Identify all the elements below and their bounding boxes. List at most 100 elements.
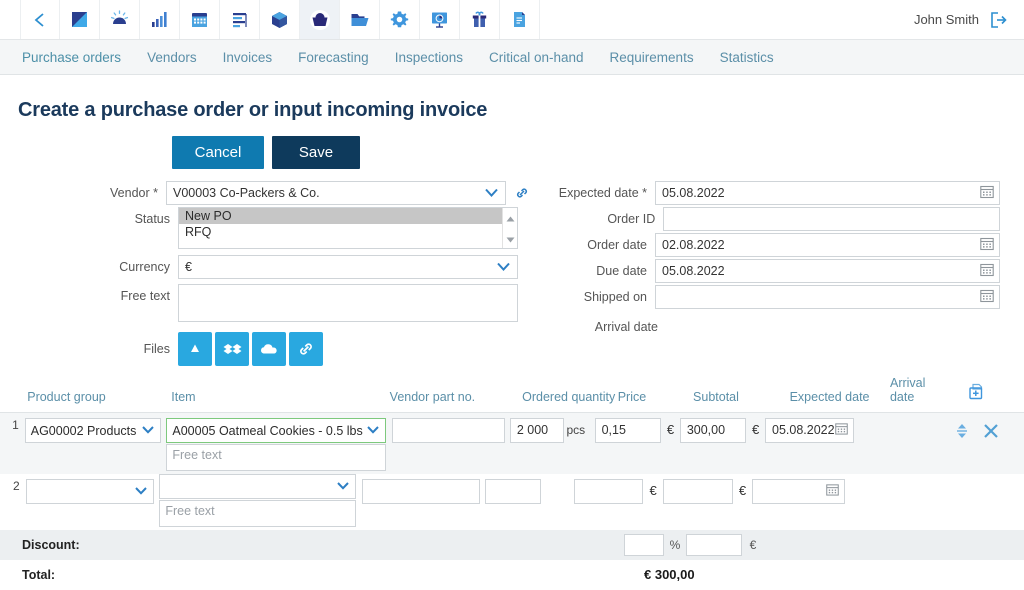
page-title: Create a purchase order or input incomin…	[18, 99, 488, 121]
gift-icon[interactable]	[460, 0, 500, 39]
status-options: New PO RFQ	[179, 208, 502, 248]
quantity-cell	[505, 413, 564, 443]
nav-item-purchase-orders[interactable]: Purchase orders	[22, 50, 121, 65]
order-date-label: Order date	[587, 238, 647, 252]
dropbox-icon[interactable]	[215, 332, 249, 366]
row-expected-date-input[interactable]	[765, 417, 854, 443]
subtotal-input[interactable]	[679, 417, 747, 443]
item-cell: A00005 Oatmeal Cookies - 0.5 lbs	[161, 413, 387, 474]
scroll-down-icon[interactable]	[506, 231, 515, 246]
quantity-input[interactable]	[509, 417, 564, 443]
subtotal-input[interactable]	[663, 478, 733, 504]
row-expected-date-field[interactable]	[765, 417, 854, 443]
dashboard-icon[interactable]	[60, 0, 100, 39]
status-option-rfq[interactable]: RFQ	[179, 224, 502, 240]
status-option-new-po[interactable]: New PO	[179, 208, 502, 224]
nav-item-inspections[interactable]: Inspections	[395, 50, 463, 65]
order-date-input[interactable]	[655, 233, 1000, 257]
discount-amount-input[interactable]	[686, 533, 742, 556]
vendor-label: Vendor *	[110, 186, 158, 200]
row-expected-date-input[interactable]	[752, 478, 846, 504]
item-value: A00005 Oatmeal Cookies - 0.5 lbs	[172, 423, 363, 438]
onedrive-icon[interactable]	[252, 332, 286, 366]
currency-select-value[interactable]: €	[178, 255, 518, 279]
price-input[interactable]	[594, 417, 662, 443]
nav-item-vendors[interactable]: Vendors	[147, 50, 197, 65]
vendor-part-no-input[interactable]	[361, 478, 480, 504]
back-chevron-icon[interactable]	[20, 0, 60, 39]
link-icon[interactable]	[514, 185, 530, 201]
header-item: Item	[171, 390, 196, 405]
product-group-select[interactable]: AG00002 Products	[24, 417, 162, 443]
status-row: Status New PO RFQ	[14, 207, 530, 249]
subtotal-cell	[679, 413, 747, 443]
form-action-buttons: Cancel Save	[0, 136, 1024, 169]
currency-select[interactable]: €	[178, 255, 518, 279]
free-text-input[interactable]	[178, 284, 518, 322]
free-text-row: Free text	[14, 284, 530, 322]
nav-item-critical-on-hand[interactable]: Critical on-hand	[489, 50, 584, 65]
expected-date-row: Expected date *	[548, 181, 1000, 205]
shipped-on-field[interactable]	[655, 285, 1000, 309]
chevron-down-icon	[134, 480, 148, 503]
bar-chart-icon[interactable]	[140, 0, 180, 39]
order-id-label: Order ID	[607, 212, 656, 226]
product-group-cell: AG00002 Products	[19, 413, 162, 443]
user-name: John Smith	[913, 12, 979, 27]
gear-icon[interactable]	[380, 0, 420, 39]
presentation-icon[interactable]	[420, 0, 460, 39]
save-button[interactable]: Save	[272, 136, 360, 169]
scroll-up-icon[interactable]	[506, 210, 515, 225]
expected-date-input[interactable]	[655, 181, 1000, 205]
order-id-input[interactable]	[663, 207, 1000, 231]
price-input[interactable]	[573, 478, 644, 504]
order-date-field[interactable]	[655, 233, 1000, 257]
top-icon-bar: John Smith	[0, 0, 1024, 40]
logout-icon[interactable]	[989, 11, 1008, 29]
vendor-select[interactable]: V00003 Co-Packers & Co.	[166, 181, 506, 205]
vendor-select-value[interactable]: V00003 Co-Packers & Co.	[166, 181, 506, 205]
cancel-button[interactable]: Cancel	[172, 136, 264, 169]
row-expected-date-cell	[752, 474, 846, 504]
row-number: 2	[12, 478, 20, 493]
google-drive-icon[interactable]	[178, 332, 212, 366]
status-scrollbar[interactable]	[502, 208, 517, 248]
quantity-input[interactable]	[484, 478, 542, 504]
basket-icon[interactable]	[300, 0, 340, 39]
row-expected-date-field[interactable]	[752, 478, 846, 504]
item-select[interactable]: A00005 Oatmeal Cookies - 0.5 lbs	[166, 417, 387, 443]
nav-item-invoices[interactable]: Invoices	[223, 50, 273, 65]
folder-icon[interactable]	[340, 0, 380, 39]
reorder-icon[interactable]	[956, 422, 968, 440]
list-icon[interactable]	[220, 0, 260, 39]
link-icon[interactable]	[289, 332, 323, 366]
due-date-input[interactable]	[655, 259, 1000, 283]
add-row-icon[interactable]	[946, 383, 1024, 406]
price-cell	[594, 413, 662, 443]
calendar-icon[interactable]	[180, 0, 220, 39]
expected-date-field[interactable]	[655, 181, 1000, 205]
status-listbox[interactable]: New PO RFQ	[178, 207, 518, 249]
product-group-select[interactable]	[25, 478, 155, 504]
product-group-cell	[20, 474, 155, 504]
nav-item-forecasting[interactable]: Forecasting	[298, 50, 369, 65]
due-date-row: Due date	[548, 259, 1000, 283]
item-select[interactable]	[159, 473, 356, 499]
discount-percent-input[interactable]	[624, 533, 664, 556]
subtotal-cell	[663, 474, 733, 504]
item-free-text-input[interactable]	[166, 443, 387, 471]
row-number: 1	[12, 417, 19, 432]
shipped-on-input[interactable]	[655, 285, 1000, 309]
nav-item-statistics[interactable]: Statistics	[720, 50, 774, 65]
nav-item-requirements[interactable]: Requirements	[610, 50, 694, 65]
vendor-part-no-input[interactable]	[392, 417, 505, 443]
due-date-field[interactable]	[655, 259, 1000, 283]
line-items-table: Product group Item Vendor part no. Order…	[0, 376, 1024, 590]
gauge-icon[interactable]	[100, 0, 140, 39]
currency-row: Currency €	[14, 255, 530, 279]
delete-icon[interactable]	[982, 422, 1000, 440]
file-icon[interactable]	[500, 0, 540, 39]
quantity-unit: pcs	[566, 422, 586, 437]
item-free-text-input[interactable]	[159, 499, 356, 527]
box-icon[interactable]	[260, 0, 300, 39]
